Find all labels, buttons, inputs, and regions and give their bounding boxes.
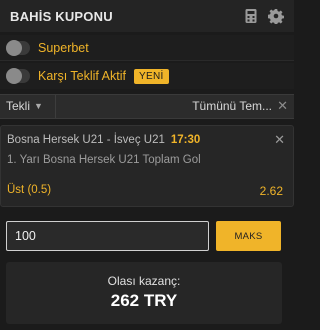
superbet-label: Superbet (38, 40, 89, 55)
max-stake-button[interactable]: MAKS (216, 221, 281, 251)
betslip-title: BAHİS KUPONU (10, 8, 113, 24)
tab-single-dropdown[interactable]: Tekli ▼ (6, 99, 43, 113)
counter-offer-toggle[interactable] (6, 68, 30, 84)
toggle-knob (6, 68, 22, 84)
tab-divider (55, 95, 56, 118)
match-time: 17:30 (170, 134, 201, 146)
clear-all-link[interactable]: Tümünü Tem... (192, 99, 272, 113)
calculator-icon[interactable] (243, 8, 259, 24)
gear-icon[interactable] (268, 8, 284, 24)
bet-type-bar: Tekli ▼ Tümünü Tem... ✕ (0, 94, 294, 119)
potential-winnings-label: Olası kazanç: (107, 274, 181, 288)
caret-down-icon: ▼ (34, 101, 43, 111)
toggle-knob (6, 39, 22, 56)
new-badge: YENİ (134, 68, 169, 84)
counter-offer-label: Karşı Teklif Aktif (38, 69, 126, 83)
market-name: 1. Yarı Bosna Hersek U21 Toplam Gol (7, 154, 201, 166)
selection-name: Üst (0.5) (7, 184, 52, 196)
tab-single-label: Tekli (6, 99, 31, 113)
selection-odds: 2.62 (259, 184, 283, 198)
superbet-toggle[interactable] (6, 39, 30, 56)
clear-all-close-icon[interactable]: ✕ (277, 99, 288, 113)
remove-selection-icon[interactable]: ✕ (274, 132, 285, 148)
bet-selection-card: Bosna Hersek U21 - İsveç U21 17:30 ✕ 1. Y… (0, 125, 294, 207)
potential-winnings-amount: 262 TRY (110, 291, 178, 310)
counter-offer-toggle-row: Karşı Teklif Aktif YENİ (0, 63, 294, 89)
betslip-header: BAHİS KUPONU (0, 0, 294, 32)
match-teams: Bosna Hersek U21 - İsveç U21 (7, 134, 165, 146)
match-name: Bosna Hersek U21 - İsveç U21 17:30 (7, 134, 200, 146)
potential-winnings-panel: Olası kazanç: 262 TRY (6, 262, 282, 324)
stake-input[interactable] (6, 221, 209, 251)
superbet-toggle-row: Superbet (0, 35, 294, 61)
